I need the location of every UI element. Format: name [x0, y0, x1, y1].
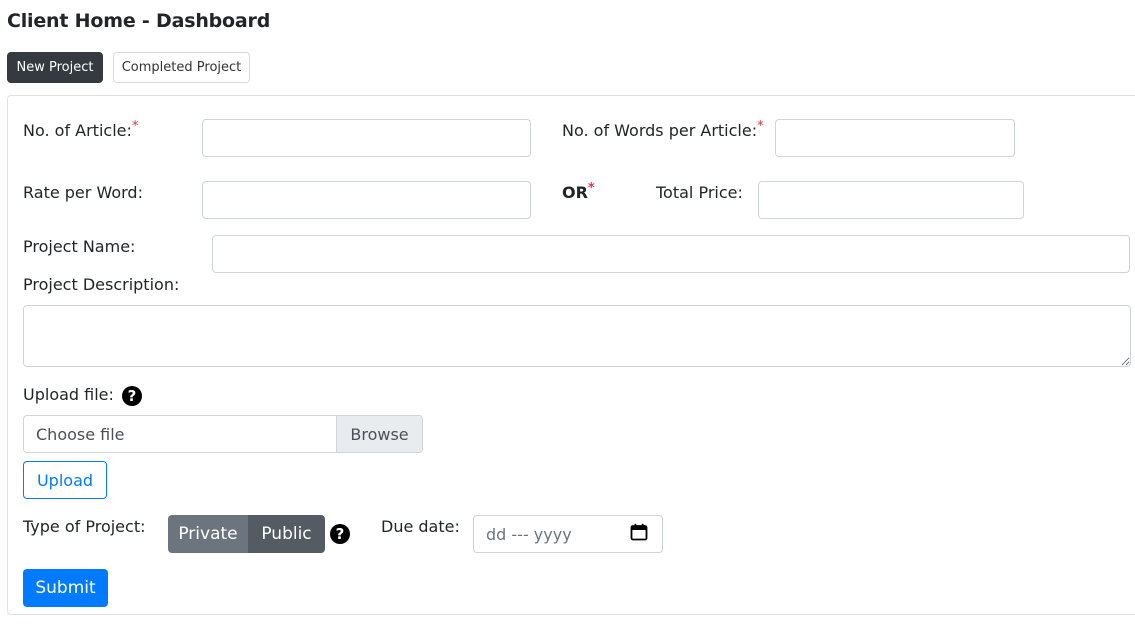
due-date-label: Due date: — [381, 517, 460, 536]
due-date-placeholder: dd --- yyyy — [486, 524, 572, 544]
articles-label-text: No. of Article: — [23, 121, 132, 140]
browse-button[interactable]: Browse — [336, 416, 422, 452]
words-label-text: No. of Words per Article: — [562, 121, 758, 140]
words-input[interactable] — [775, 119, 1015, 157]
required-mark: * — [131, 119, 139, 134]
file-input[interactable]: Choose file Browse — [23, 415, 423, 453]
tab-new-project[interactable]: New Project — [7, 52, 103, 83]
submit-button[interactable]: Submit — [23, 569, 108, 607]
tab-completed-project[interactable]: Completed Project — [113, 52, 250, 83]
total-price-input[interactable] — [758, 181, 1024, 219]
project-description-label: Project Description: — [23, 275, 180, 294]
total-price-label: Total Price: — [656, 183, 743, 202]
required-mark: * — [757, 119, 764, 134]
page-title: Client Home - Dashboard — [7, 10, 271, 32]
rate-label: Rate per Word: — [23, 183, 143, 202]
due-date-input[interactable]: dd --- yyyy — [473, 515, 663, 553]
project-type-label: Type of Project: — [23, 517, 146, 536]
words-label: No. of Words per Article:* — [562, 119, 764, 140]
project-type-toggle: Private Public — [168, 515, 325, 553]
or-label: OR* — [562, 181, 595, 202]
articles-label: No. of Article:* — [23, 119, 139, 140]
articles-input[interactable] — [202, 119, 531, 157]
question-circle-icon[interactable]: ? — [330, 524, 350, 544]
project-name-label: Project Name: — [23, 237, 136, 256]
upload-button[interactable]: Upload — [23, 461, 107, 499]
public-option[interactable]: Public — [248, 515, 325, 553]
required-mark: * — [587, 181, 595, 196]
file-input-placeholder: Choose file — [36, 424, 125, 444]
calendar-icon[interactable] — [630, 523, 648, 545]
question-circle-icon[interactable]: ? — [122, 386, 142, 406]
project-description-textarea[interactable] — [23, 305, 1131, 367]
or-label-text: OR — [562, 183, 588, 202]
rate-input[interactable] — [202, 181, 531, 219]
upload-label: Upload file: — [23, 385, 114, 404]
private-option[interactable]: Private — [168, 515, 248, 553]
project-name-input[interactable] — [212, 235, 1130, 273]
